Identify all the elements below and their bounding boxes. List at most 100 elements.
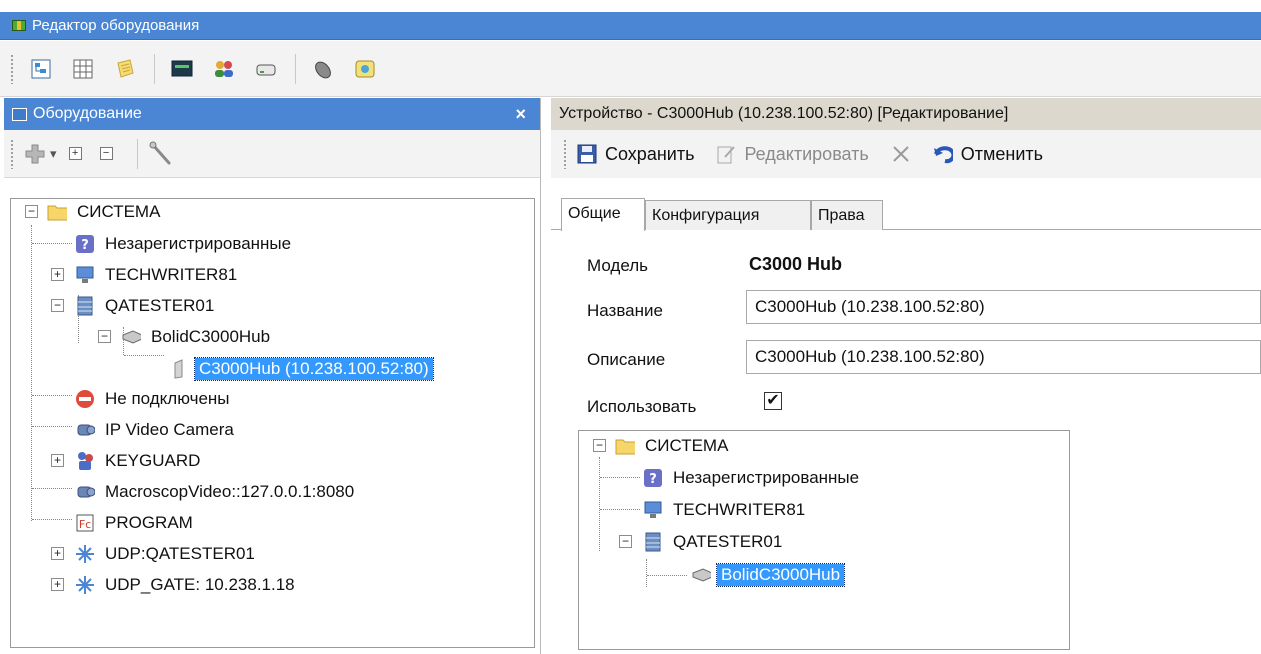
model-label: Модель <box>587 256 649 275</box>
wrench-icon[interactable] <box>148 141 174 167</box>
description-field[interactable] <box>746 340 1261 374</box>
expand-toggle[interactable]: + <box>51 268 64 281</box>
expand-toggle[interactable]: + <box>51 578 64 591</box>
stop-icon <box>75 389 95 409</box>
svg-text:?: ? <box>81 238 89 253</box>
toolbar-grip[interactable] <box>10 138 14 169</box>
tree-connector <box>32 519 72 520</box>
tree-connector <box>647 575 687 576</box>
tree-item-label: BolidC3000Hub <box>715 563 846 587</box>
tree-item[interactable]: QATESTER01 <box>643 527 786 557</box>
add-device-button[interactable]: ▾ <box>24 143 57 165</box>
folder-icon <box>615 436 635 456</box>
tree-view-icon[interactable] <box>24 52 58 86</box>
collapse-toggle[interactable]: − <box>619 535 632 548</box>
tree-item[interactable]: СИСТЕМА <box>47 197 164 227</box>
equipment-toolbar: ▾ + − <box>4 130 540 178</box>
tree-item-label: IP Video Camera <box>105 420 234 439</box>
mouse-icon[interactable] <box>306 52 340 86</box>
expand-toggle[interactable]: + <box>51 547 64 560</box>
save-icon <box>577 144 597 164</box>
tree-connector <box>124 355 164 356</box>
description-label: Описание <box>587 350 666 369</box>
map-icon[interactable] <box>348 52 382 86</box>
delete-button[interactable] <box>891 144 919 164</box>
tree-item[interactable]: ? Незарегистрированные <box>75 229 295 259</box>
device-icon <box>169 359 189 379</box>
tree-item[interactable]: TECHWRITER81 <box>643 495 809 525</box>
notes-icon[interactable] <box>108 52 142 86</box>
tree-item-label: Незарегистрированные <box>105 234 292 253</box>
undo-icon <box>933 144 953 164</box>
table-icon[interactable] <box>66 52 100 86</box>
window-title-bar: Редактор оборудования <box>0 12 1261 40</box>
tree-item[interactable]: BolidC3000Hub <box>121 322 274 352</box>
model-value: C3000 Hub <box>749 254 843 274</box>
device-tabs: Общие Конфигурация Права <box>551 198 1261 231</box>
device-action-bar: Сохранить Редактировать Отменить <box>551 130 1261 178</box>
tree-item[interactable]: IP Video Camera <box>75 415 238 445</box>
collapse-toggle[interactable]: − <box>51 299 64 312</box>
tree-item[interactable]: KEYGUARD <box>75 446 204 476</box>
close-icon[interactable]: × <box>515 104 526 125</box>
tree-connector <box>600 509 640 510</box>
drive-icon[interactable] <box>249 52 283 86</box>
main-toolbar <box>0 41 1261 97</box>
tree-item[interactable]: TECHWRITER81 <box>75 260 241 290</box>
tab-rights[interactable]: Права <box>811 200 883 230</box>
tab-configuration[interactable]: Конфигурация <box>645 200 811 230</box>
network-icon <box>75 575 95 595</box>
edit-label: Редактировать <box>744 143 869 164</box>
expand-toggle[interactable]: + <box>51 454 64 467</box>
camera-icon <box>75 482 95 502</box>
toolbar-separator <box>295 53 296 84</box>
edit-button[interactable]: Редактировать <box>716 143 869 165</box>
equipment-panel: Оборудование × ▾ + − − СИСТЕМА ? Незарег… <box>4 98 541 654</box>
collapse-toggle[interactable]: − <box>25 205 38 218</box>
chevron-down-icon[interactable]: ▾ <box>50 146 57 162</box>
tree-item-selected[interactable]: BolidC3000Hub <box>691 560 846 590</box>
tree-connector <box>599 457 600 551</box>
tree-item[interactable]: UDP:QATESTER01 <box>75 539 259 569</box>
name-field[interactable] <box>746 290 1261 324</box>
tree-item[interactable]: Не подключены <box>75 384 234 414</box>
hub-icon <box>121 327 141 347</box>
cancel-button[interactable]: Отменить <box>933 144 1043 165</box>
monitor-icon[interactable] <box>165 52 199 86</box>
svg-text:?: ? <box>649 472 657 487</box>
device-panel-title: Устройство - C3000Hub (10.238.100.52:80)… <box>559 105 1009 122</box>
tree-item-label: MacroscopVideo::127.0.0.1:8080 <box>105 482 355 501</box>
tree-item-label: СИСТЕМА <box>77 202 161 221</box>
tree-item-selected[interactable]: C3000Hub (10.238.100.52:80) <box>169 354 434 384</box>
use-checkbox[interactable]: ✔ <box>764 392 782 410</box>
collapse-all-button[interactable]: − <box>99 147 113 160</box>
equipment-tree[interactable]: − СИСТЕМА ? Незарегистрированные + TECHW… <box>10 198 535 648</box>
toolbar-grip[interactable] <box>10 53 14 84</box>
question-icon: ? <box>75 234 95 254</box>
add-icon <box>25 144 45 163</box>
toolbar-separator <box>154 53 155 84</box>
hub-icon <box>691 565 711 585</box>
tree-item-label: C3000Hub (10.238.100.52:80) <box>194 357 434 381</box>
collapse-toggle[interactable]: − <box>593 439 606 452</box>
tree-connector <box>32 426 72 427</box>
expand-all-button[interactable]: + <box>68 147 82 160</box>
tree-item[interactable]: ? Незарегистрированные <box>643 463 863 493</box>
save-button[interactable]: Сохранить <box>577 144 694 165</box>
server-icon <box>75 296 95 316</box>
tree-item[interactable]: Fc PROGRAM <box>75 508 197 538</box>
tree-item[interactable]: MacroscopVideo::127.0.0.1:8080 <box>75 477 358 507</box>
camera-icon <box>75 420 95 440</box>
users-icon[interactable] <box>207 52 241 86</box>
tree-item-label: TECHWRITER81 <box>673 500 806 519</box>
tree-item-label: Незарегистрированные <box>673 468 860 487</box>
location-tree[interactable]: − СИСТЕМА ? Незарегистрированные TECHWRI… <box>578 430 1070 650</box>
tree-item[interactable]: СИСТЕМА <box>615 431 732 461</box>
tree-connector <box>32 395 72 396</box>
tree-item[interactable]: UDP_GATE: 10.238.1.18 <box>75 570 299 600</box>
tree-connector <box>31 225 32 521</box>
toolbar-grip[interactable] <box>563 139 567 169</box>
tree-item[interactable]: QATESTER01 <box>75 291 218 321</box>
tab-general[interactable]: Общие <box>561 198 645 231</box>
collapse-toggle[interactable]: − <box>98 330 111 343</box>
